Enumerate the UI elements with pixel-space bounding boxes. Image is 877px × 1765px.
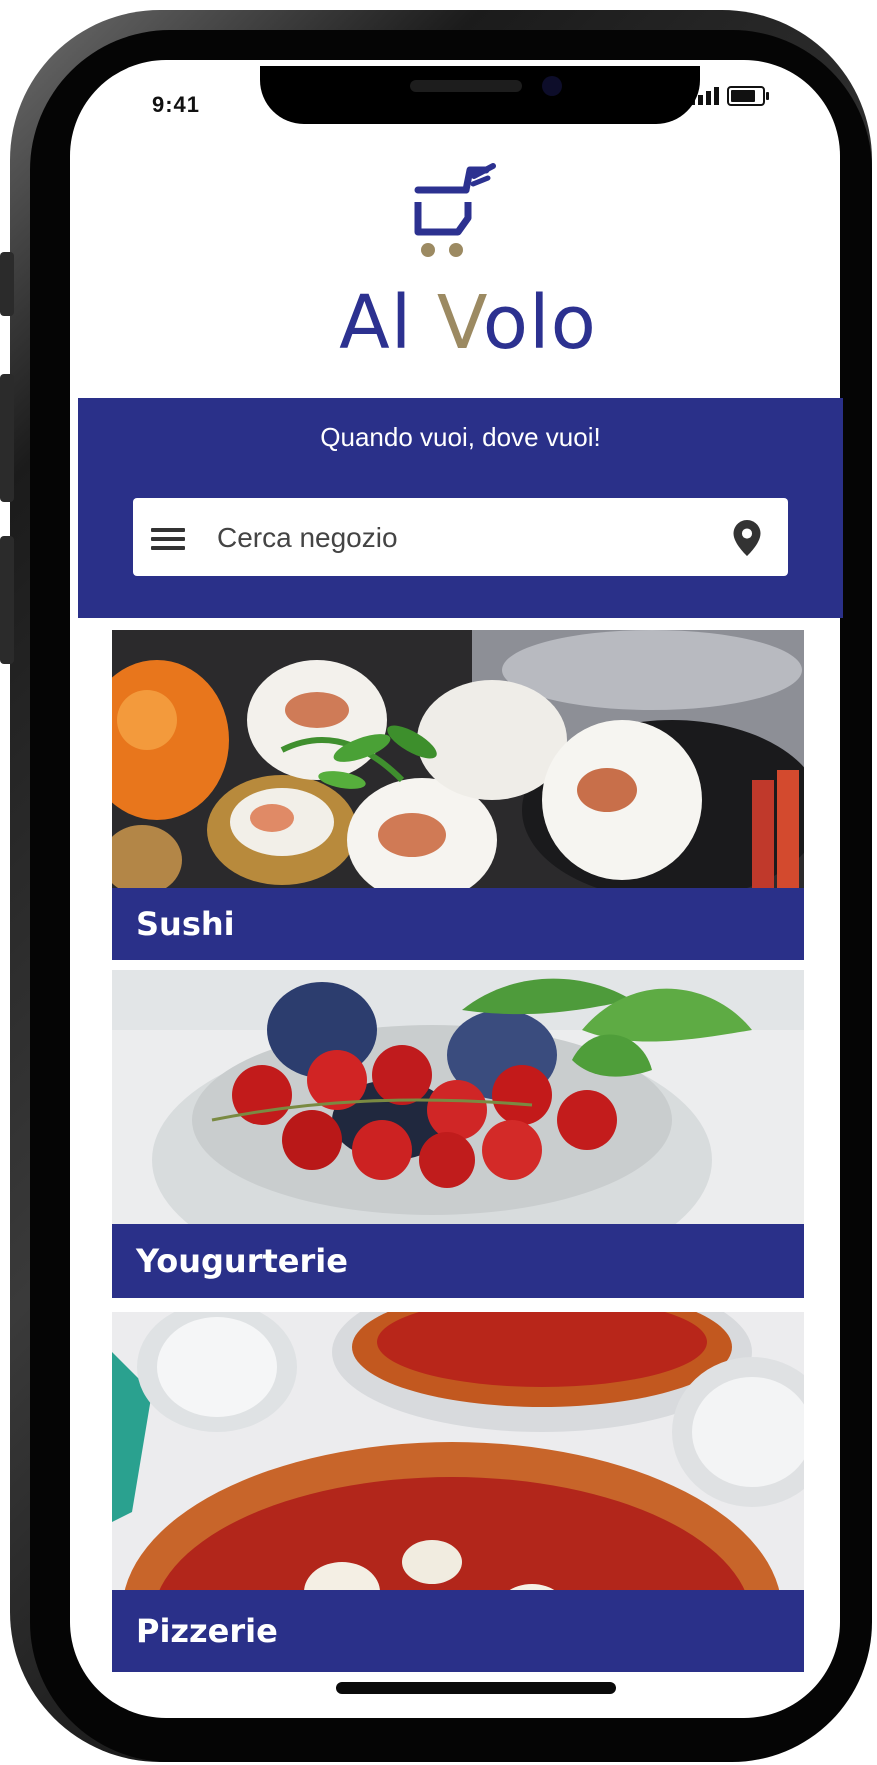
status-time: 9:41 <box>152 92 201 117</box>
side-button-volume-down <box>0 536 14 664</box>
side-button-volume-up <box>0 374 14 502</box>
speaker-grille <box>410 80 522 92</box>
category-card-yougurterie[interactable]: Yougurterie <box>112 970 804 1298</box>
category-label: Yougurterie <box>112 1224 804 1298</box>
category-label: Pizzerie <box>112 1590 804 1672</box>
battery-icon <box>727 86 769 106</box>
cart-logo-icon <box>414 163 496 257</box>
front-camera <box>542 76 562 96</box>
category-label: Sushi <box>112 888 804 960</box>
tagline: Quando vuoi, dove vuoi! <box>320 422 601 452</box>
category-card-pizzerie[interactable]: Pizzerie <box>112 1312 804 1672</box>
search-input[interactable]: Cerca negozio <box>217 522 398 554</box>
notch <box>260 66 700 124</box>
status-icons <box>690 86 769 106</box>
side-button-silent <box>0 252 14 316</box>
search-bar[interactable]: Cerca negozio <box>133 498 788 576</box>
category-card-sushi[interactable]: Sushi <box>112 630 804 960</box>
app-name: Al Volo <box>339 280 597 366</box>
app-logo: Al Volo <box>318 162 618 366</box>
menu-icon[interactable] <box>151 528 185 555</box>
location-pin-icon[interactable] <box>733 520 761 556</box>
home-indicator[interactable] <box>336 1682 616 1694</box>
header-banner: Quando vuoi, dove vuoi! Cerca negozio <box>78 398 843 618</box>
